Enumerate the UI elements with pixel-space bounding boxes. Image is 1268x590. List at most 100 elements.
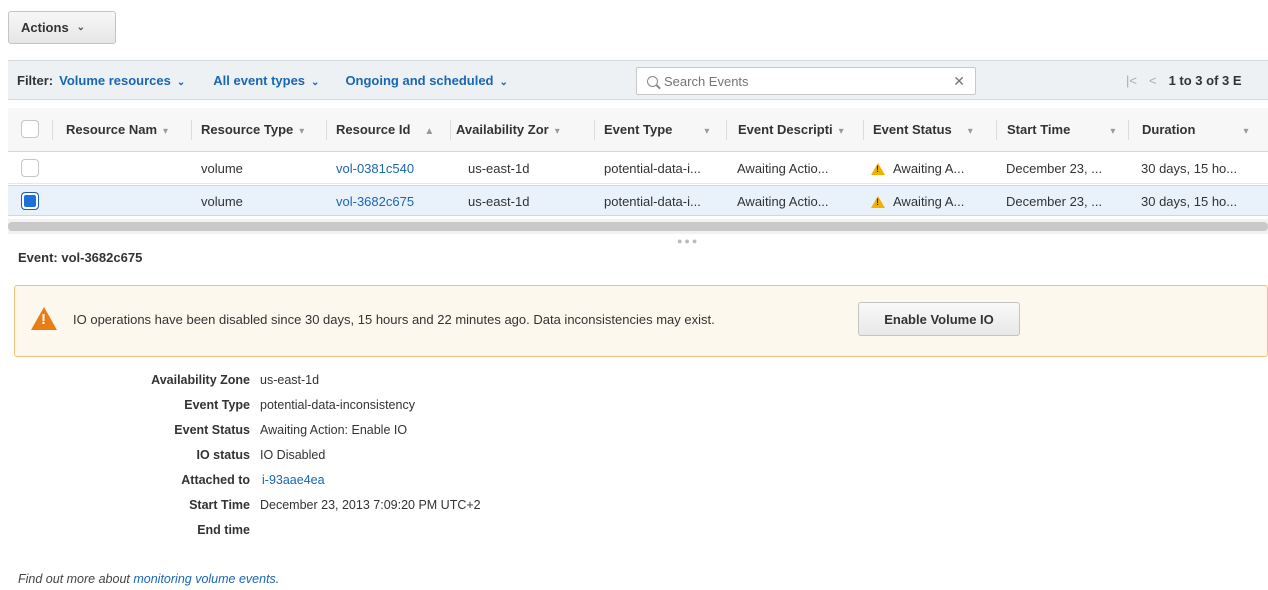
sort-icon: ▾ (299, 126, 305, 137)
column-resource-type[interactable]: Resource Type ▾ (201, 122, 304, 137)
volume-resources-dropdown[interactable]: Volume resources ⌄ (59, 73, 185, 88)
column-divider (1128, 120, 1129, 140)
filter-label: Filter: (17, 72, 54, 88)
column-label: Start Time (1007, 122, 1071, 137)
sort-icon: ▾ (163, 126, 169, 137)
cell-resource-type: volume (201, 194, 243, 209)
clear-icon[interactable]: ✕ (953, 73, 965, 90)
cell-event-status: Awaiting A... (871, 194, 964, 209)
footer-suffix: . (275, 572, 280, 586)
detail-row: Attached to i-93aae4ea (0, 473, 324, 495)
column-label: Event Status (873, 122, 952, 137)
cell-event-type: potential-data-i... (604, 194, 701, 209)
column-divider (863, 120, 864, 140)
cell-start-time: December 23, ... (1006, 161, 1103, 176)
attached-instance-link[interactable]: i-93aae4ea (262, 473, 325, 487)
detail-value: potential-data-inconsistency (260, 398, 415, 412)
actions-button[interactable]: Actions ⌄ (8, 11, 116, 44)
column-divider (52, 120, 53, 140)
column-label: Duration (1142, 122, 1196, 137)
cell-start-time: December 23, ... (1006, 194, 1103, 209)
detail-label: Event Status (174, 423, 250, 437)
previous-page-icon[interactable]: < (1149, 73, 1157, 88)
horizontal-scrollbar[interactable] (8, 222, 1268, 231)
search-input[interactable] (664, 73, 934, 89)
chevron-down-icon: ⌄ (76, 22, 86, 33)
event-status-text: Awaiting A... (893, 161, 965, 176)
enable-volume-io-button[interactable]: Enable Volume IO (858, 302, 1020, 336)
cell-resource-id[interactable]: vol-3682c675 (336, 194, 414, 209)
sort-icon: ▾ (1243, 126, 1249, 137)
footer-note: Find out more about monitoring volume ev… (18, 572, 279, 586)
column-divider (326, 120, 327, 140)
column-divider (450, 120, 451, 140)
sort-icon: ▾ (1110, 126, 1116, 137)
column-label: Resource Type (201, 122, 294, 137)
cell-event-description: Awaiting Actio... (737, 194, 829, 209)
table-row-selected[interactable]: volume vol-3682c675 us-east-1d potential… (8, 185, 1268, 216)
pager: |< < 1 to 3 of 3 E (1126, 73, 1242, 88)
row-checkbox-checked[interactable] (21, 192, 39, 210)
volume-resources-label: Volume resources (59, 72, 171, 88)
schedule-label: Ongoing and scheduled (345, 72, 494, 88)
cell-resource-type: volume (201, 161, 243, 176)
detail-row: IO status IO Disabled (0, 448, 326, 470)
first-page-icon[interactable]: |< (1126, 73, 1137, 88)
column-divider (996, 120, 997, 140)
cell-event-description: Awaiting Actio... (737, 161, 829, 176)
column-label: Event Type (604, 122, 673, 137)
search-box[interactable]: ✕ (636, 67, 976, 95)
column-event-status[interactable]: Event Status ▾ (873, 122, 973, 137)
column-availability-zone[interactable]: Availability Zor ▾ (456, 122, 560, 137)
column-label: Availability Zor (456, 122, 549, 137)
cell-duration: 30 days, 15 ho... (1141, 194, 1238, 209)
column-duration[interactable]: Duration ▾ (1142, 122, 1248, 137)
sort-icon: ▾ (704, 126, 710, 137)
search-icon (647, 75, 658, 87)
detail-row: End time (0, 523, 280, 545)
column-start-time[interactable]: Start Time ▾ (1007, 122, 1115, 137)
sort-icon: ▾ (967, 126, 973, 137)
alert-message: IO operations have been disabled since 3… (73, 312, 715, 327)
chevron-down-icon: ⌄ (311, 76, 320, 88)
cell-availability-zone: us-east-1d (468, 194, 530, 209)
monitoring-volume-events-link[interactable]: monitoring volume events (133, 572, 275, 586)
detail-row: Event Status Awaiting Action: Enable IO (0, 423, 407, 445)
detail-label: Availability Zone (151, 373, 250, 387)
detail-label: Start Time (189, 498, 250, 512)
detail-value: IO Disabled (260, 448, 326, 462)
detail-row: Start Time December 23, 2013 7:09:20 PM … (0, 498, 481, 520)
warning-icon (871, 163, 885, 175)
detail-value: us-east-1d (260, 373, 320, 387)
select-all-checkbox[interactable] (21, 120, 39, 138)
column-divider (191, 120, 192, 140)
warning-icon (871, 196, 885, 208)
event-title: Event: vol-3682c675 (18, 250, 143, 265)
table-header: Resource Nam ▾ Resource Type ▾ Resource Id… (8, 108, 1268, 152)
row-checkbox[interactable] (21, 159, 39, 177)
column-event-description[interactable]: Event Descripti ▾ (738, 122, 844, 137)
column-event-type[interactable]: Event Type ▾ (604, 122, 709, 137)
cell-availability-zone: us-east-1d (468, 161, 530, 176)
sort-icon: ▾ (838, 126, 844, 137)
column-label: Resource Id (336, 122, 411, 137)
cell-event-status: Awaiting A... (871, 161, 964, 176)
column-divider (594, 120, 595, 140)
event-types-dropdown[interactable]: All event types ⌄ (213, 73, 319, 88)
detail-value: December 23, 2013 7:09:20 PM UTC+2 (260, 498, 481, 512)
detail-label: Event Type (184, 398, 250, 412)
column-resource-name[interactable]: Resource Nam ▾ (66, 122, 168, 137)
filter-bar: Filter: Volume resources ⌄ All event type… (8, 60, 1268, 100)
column-resource-id[interactable]: Resource Id ▲ (336, 122, 434, 137)
column-label: Event Descripti (738, 122, 833, 137)
detail-label: End time (197, 523, 250, 537)
cell-resource-id[interactable]: vol-0381c540 (336, 161, 414, 176)
event-types-label: All event types (213, 72, 306, 88)
column-label: Resource Nam (66, 122, 158, 137)
detail-value: Awaiting Action: Enable IO (260, 423, 408, 437)
event-status-text: Awaiting A... (893, 194, 965, 209)
schedule-dropdown[interactable]: Ongoing and scheduled ⌄ (345, 73, 507, 88)
resize-handle-icon[interactable]: ●●● (677, 236, 699, 246)
table-row[interactable]: volume vol-0381c540 us-east-1d potential… (8, 153, 1268, 184)
sort-icon: ▾ (554, 126, 560, 137)
